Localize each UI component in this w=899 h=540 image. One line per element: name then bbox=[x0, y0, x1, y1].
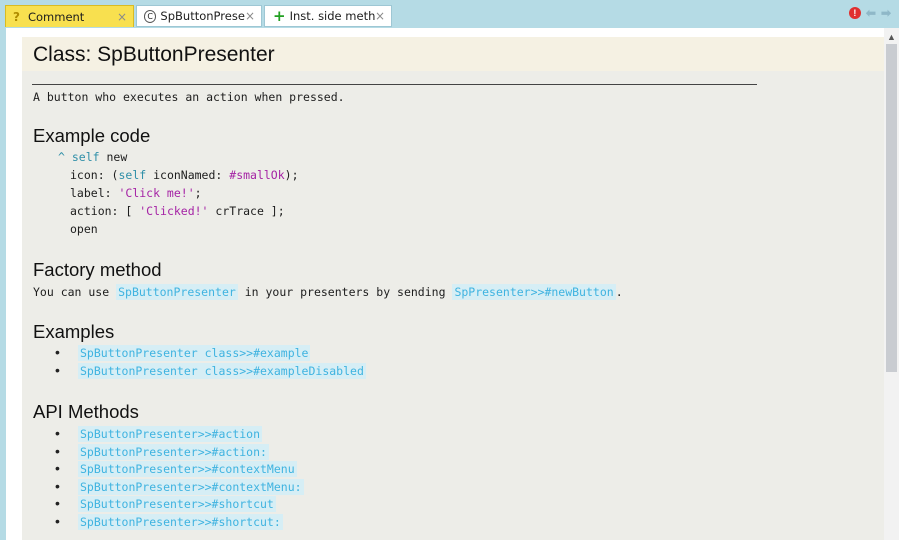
plus-icon: + bbox=[273, 7, 286, 25]
tab-bar: ? Comment × C SpButtonPreser × + Inst. s… bbox=[0, 0, 899, 28]
examples-heading: Examples bbox=[33, 321, 115, 342]
close-icon[interactable]: × bbox=[375, 9, 385, 23]
scroll-up-arrow-icon[interactable]: ▲ bbox=[887, 32, 896, 42]
divider bbox=[32, 84, 757, 85]
code-text: new bbox=[99, 150, 128, 164]
code-text: crTrace ]; bbox=[208, 204, 285, 218]
bullet: • bbox=[55, 362, 60, 378]
code-keyword: self bbox=[71, 150, 100, 164]
toolbar-icons: ! ⬅ ➡ bbox=[848, 6, 891, 20]
code-line-1: ^ self new bbox=[58, 150, 127, 164]
class-description: A button who executes an action when pre… bbox=[33, 90, 345, 104]
tab-class-spbuttonpresenter[interactable]: C SpButtonPreser × bbox=[136, 5, 262, 27]
bullet: • bbox=[55, 344, 60, 360]
bullet: • bbox=[55, 425, 60, 441]
comment-pane[interactable]: Class: SpButtonPresenter A button who ex… bbox=[22, 37, 884, 540]
api-method-item: SpButtonPresenter>>#action: bbox=[78, 444, 269, 460]
tab-comment[interactable]: ? Comment × bbox=[5, 5, 134, 27]
tab-label: Inst. side methc bbox=[289, 9, 375, 23]
close-icon[interactable]: × bbox=[245, 9, 255, 23]
code-string: 'Clicked!' bbox=[139, 204, 209, 218]
example-code-heading: Example code bbox=[33, 125, 151, 146]
code-line-2: icon: (self iconNamed: #smallOk); bbox=[70, 168, 299, 182]
api-method-item: SpButtonPresenter>>#action bbox=[78, 426, 263, 442]
code-symbol: #smallOk bbox=[229, 168, 285, 182]
scrollbar-thumb[interactable] bbox=[886, 44, 897, 372]
factory-text: You can use bbox=[33, 285, 117, 299]
title-banner: Class: SpButtonPresenter bbox=[22, 37, 884, 71]
factory-text: . bbox=[615, 285, 623, 299]
code-caret: ^ bbox=[58, 150, 72, 164]
code-text: icon: ( bbox=[70, 168, 119, 182]
factory-method-text: You can use SpButtonPresenter in your pr… bbox=[33, 284, 623, 300]
example-item: SpButtonPresenter class>>#example bbox=[78, 345, 311, 361]
example-link[interactable]: SpButtonPresenter class>>#example bbox=[78, 345, 311, 361]
tab-label: SpButtonPreser bbox=[160, 9, 245, 23]
code-text: ; bbox=[194, 186, 202, 200]
api-method-link[interactable]: SpButtonPresenter>>#action: bbox=[78, 444, 269, 460]
class-icon: C bbox=[144, 9, 157, 23]
api-method-item: SpButtonPresenter>>#shortcut bbox=[78, 496, 276, 512]
code-keyword: self bbox=[118, 168, 147, 182]
method-link[interactable]: SpPresenter>>#newButton bbox=[452, 284, 616, 300]
class-link[interactable]: SpButtonPresenter bbox=[116, 284, 238, 300]
api-method-item: SpButtonPresenter>>#contextMenu bbox=[78, 461, 297, 477]
code-text: ); bbox=[284, 168, 299, 182]
factory-text: in your presenters by sending bbox=[237, 285, 453, 299]
question-mark-icon: ? bbox=[13, 9, 20, 24]
bullet: • bbox=[55, 513, 60, 529]
code-line-4: action: [ 'Clicked!' crTrace ]; bbox=[70, 204, 285, 218]
api-method-link[interactable]: SpButtonPresenter>>#shortcut: bbox=[78, 514, 283, 530]
arrow-right-icon[interactable]: ➡ bbox=[881, 6, 891, 20]
code-line-3: label: 'Click me!'; bbox=[70, 186, 202, 200]
left-border bbox=[0, 28, 6, 540]
api-method-link[interactable]: SpButtonPresenter>>#contextMenu bbox=[78, 461, 297, 477]
arrow-left-icon[interactable]: ⬅ bbox=[866, 6, 876, 20]
api-method-item: SpButtonPresenter>>#contextMenu: bbox=[78, 479, 304, 495]
api-method-item: SpButtonPresenter>>#shortcut: bbox=[78, 514, 283, 530]
code-text: label: bbox=[70, 186, 119, 200]
code-text: action: [ bbox=[70, 204, 140, 218]
page-title: Class: SpButtonPresenter bbox=[33, 43, 275, 66]
code-line-5: open bbox=[70, 222, 98, 236]
example-link[interactable]: SpButtonPresenter class>>#exampleDisable… bbox=[78, 363, 366, 379]
api-method-link[interactable]: SpButtonPresenter>>#action bbox=[78, 426, 263, 442]
alert-icon[interactable]: ! bbox=[848, 7, 861, 19]
example-item: SpButtonPresenter class>>#exampleDisable… bbox=[78, 363, 366, 379]
bullet: • bbox=[55, 478, 60, 494]
api-method-link[interactable]: SpButtonPresenter>>#shortcut bbox=[78, 496, 276, 512]
api-methods-heading: API Methods bbox=[33, 401, 139, 422]
code-text: iconNamed: bbox=[146, 168, 230, 182]
tab-instance-side-methods[interactable]: + Inst. side methc × bbox=[264, 5, 392, 27]
api-method-link[interactable]: SpButtonPresenter>>#contextMenu: bbox=[78, 479, 304, 495]
tab-label: Comment bbox=[27, 9, 85, 24]
close-icon[interactable]: × bbox=[117, 10, 127, 24]
code-string: 'Click me!' bbox=[118, 186, 195, 200]
bullet: • bbox=[55, 443, 60, 459]
bullet: • bbox=[55, 495, 60, 511]
bullet: • bbox=[55, 460, 60, 476]
factory-method-heading: Factory method bbox=[33, 259, 162, 280]
